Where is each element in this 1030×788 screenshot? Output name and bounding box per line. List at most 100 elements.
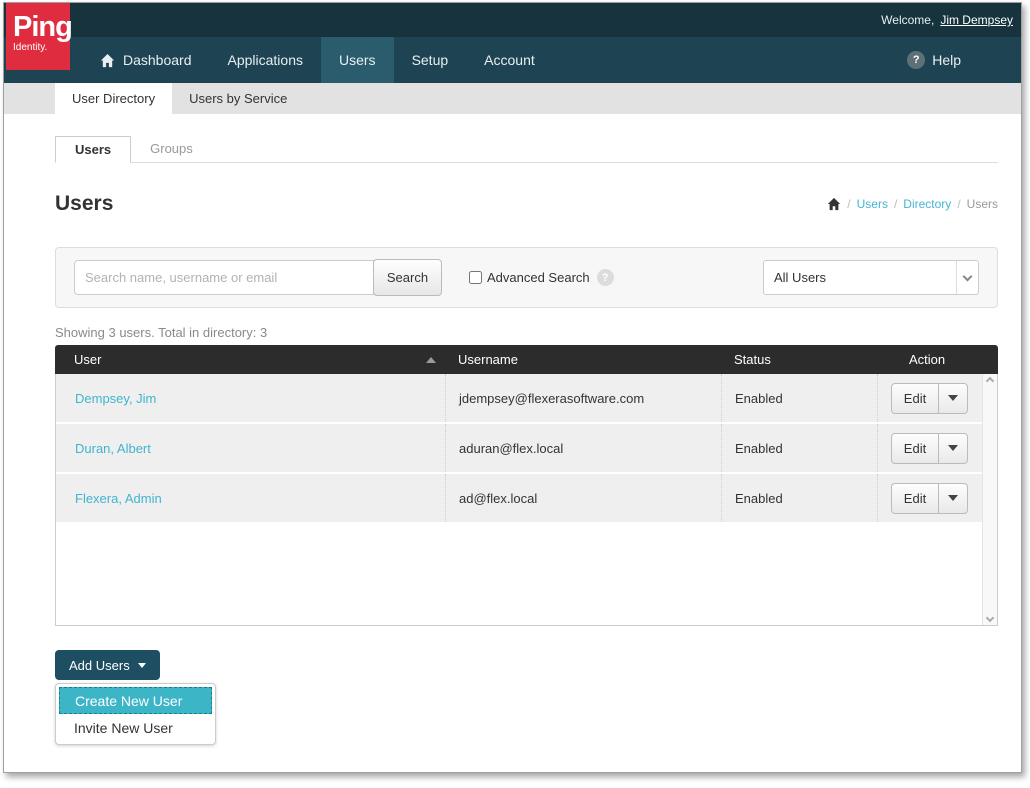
user-link[interactable]: Dempsey, Jim bbox=[75, 391, 156, 406]
nav-item-label: Dashboard bbox=[123, 52, 192, 68]
edit-split-button: Edit bbox=[891, 433, 968, 464]
nav-item-label: Applications bbox=[228, 52, 304, 68]
column-header-action: Action bbox=[877, 352, 998, 367]
user-link[interactable]: Duran, Albert bbox=[75, 441, 151, 456]
subtab-label: Users by Service bbox=[189, 91, 287, 106]
scroll-up-icon[interactable] bbox=[986, 377, 994, 385]
table-body: Dempsey, Jim jdempsey@flexerasoftware.co… bbox=[55, 374, 998, 626]
username-cell: jdempsey@flexerasoftware.com bbox=[445, 374, 721, 422]
edit-split-button: Edit bbox=[891, 483, 968, 514]
table-row: Flexera, Admin ad@flex.local Enabled Edi… bbox=[56, 474, 982, 524]
caret-down-icon bbox=[948, 395, 958, 401]
table-row: Duran, Albert aduran@flex.local Enabled … bbox=[56, 424, 982, 474]
user-cell: Flexera, Admin bbox=[56, 474, 445, 522]
advanced-search-help-icon[interactable]: ? bbox=[597, 269, 614, 286]
nav-item-label: Account bbox=[484, 52, 535, 68]
username-cell: aduran@flex.local bbox=[445, 424, 721, 472]
tab-users[interactable]: Users bbox=[55, 136, 131, 163]
top-bar: Welcome, Jim Dempsey bbox=[4, 3, 1021, 37]
home-icon bbox=[100, 53, 115, 68]
add-users-label: Add Users bbox=[69, 658, 130, 673]
menu-item-invite-new-user[interactable]: Invite New User bbox=[59, 714, 212, 741]
edit-button[interactable]: Edit bbox=[892, 484, 938, 513]
sub-nav: User Directory Users by Service bbox=[4, 83, 1021, 114]
chevron-down-icon bbox=[963, 271, 973, 281]
nav-item-setup[interactable]: Setup bbox=[394, 37, 467, 83]
nav-item-users[interactable]: Users bbox=[321, 37, 394, 83]
breadcrumb-separator: / bbox=[847, 197, 850, 211]
edit-dropdown-toggle[interactable] bbox=[938, 434, 967, 463]
user-profile-link[interactable]: Jim Dempsey bbox=[940, 13, 1013, 27]
user-cell: Duran, Albert bbox=[56, 424, 445, 472]
advanced-search-label: Advanced Search bbox=[487, 270, 590, 285]
column-header-status[interactable]: Status bbox=[721, 352, 877, 367]
caret-down-icon bbox=[948, 495, 958, 501]
sort-ascending-icon bbox=[426, 357, 436, 363]
menu-item-create-new-user[interactable]: Create New User bbox=[59, 687, 212, 714]
action-cell: Edit bbox=[877, 374, 982, 422]
nav-item-label: Setup bbox=[412, 52, 449, 68]
username-cell: ad@flex.local bbox=[445, 474, 721, 522]
nav-item-applications[interactable]: Applications bbox=[210, 37, 322, 83]
welcome-label: Welcome, bbox=[881, 13, 934, 27]
edit-split-button: Edit bbox=[891, 383, 968, 414]
breadcrumb-separator: / bbox=[957, 197, 960, 211]
logo-text: Ping bbox=[13, 13, 70, 42]
user-cell: Dempsey, Jim bbox=[56, 374, 445, 422]
breadcrumb: / Users / Directory / Users bbox=[827, 197, 998, 211]
welcome-text: Welcome, Jim Dempsey bbox=[881, 13, 1013, 27]
help-icon[interactable]: ? bbox=[907, 51, 925, 69]
search-input[interactable] bbox=[74, 260, 374, 295]
main-nav: Ping Identity. Dashboard Applications Us… bbox=[4, 37, 1021, 83]
users-table: User Username Status Action Dempsey, Jim… bbox=[55, 345, 998, 626]
add-users-menu: Create New User Invite New User bbox=[55, 683, 216, 745]
column-header-username[interactable]: Username bbox=[445, 352, 721, 367]
edit-button[interactable]: Edit bbox=[892, 384, 938, 413]
nav-help[interactable]: ? Help bbox=[907, 37, 1021, 83]
tab-groups[interactable]: Groups bbox=[131, 136, 212, 163]
add-users-button[interactable]: Add Users bbox=[55, 650, 160, 680]
caret-down-icon bbox=[948, 445, 958, 451]
search-button[interactable]: Search bbox=[373, 259, 442, 296]
table-row: Dempsey, Jim jdempsey@flexerasoftware.co… bbox=[56, 374, 982, 424]
page-content: Users Groups Users / Users / Directory /… bbox=[4, 136, 1021, 773]
table-header: User Username Status Action bbox=[55, 345, 998, 374]
subtab-user-directory[interactable]: User Directory bbox=[55, 83, 172, 114]
breadcrumb-separator: / bbox=[894, 197, 897, 211]
edit-dropdown-toggle[interactable] bbox=[938, 384, 967, 413]
caret-down-icon bbox=[138, 663, 146, 668]
page-title: Users bbox=[55, 192, 113, 216]
nav-item-account[interactable]: Account bbox=[466, 37, 553, 83]
add-users-section: Add Users Create New User Invite New Use… bbox=[55, 650, 998, 773]
edit-dropdown-toggle[interactable] bbox=[938, 484, 967, 513]
user-link[interactable]: Flexera, Admin bbox=[75, 491, 162, 506]
nav-item-dashboard[interactable]: Dashboard bbox=[82, 37, 210, 83]
app-window: Welcome, Jim Dempsey Ping Identity. Dashb… bbox=[3, 2, 1022, 773]
nav-item-label: Users bbox=[339, 52, 376, 68]
select-arrow bbox=[956, 261, 978, 294]
breadcrumb-home-icon[interactable] bbox=[827, 197, 841, 211]
page-header: Users / Users / Directory / Users bbox=[55, 192, 998, 216]
subtab-users-by-service[interactable]: Users by Service bbox=[172, 83, 304, 114]
action-cell: Edit bbox=[877, 474, 982, 522]
breadcrumb-link-directory[interactable]: Directory bbox=[903, 197, 951, 211]
breadcrumb-link-users[interactable]: Users bbox=[857, 197, 888, 211]
action-cell: Edit bbox=[877, 424, 982, 472]
status-cell: Enabled bbox=[721, 474, 877, 522]
breadcrumb-current: Users bbox=[967, 197, 998, 211]
advanced-search: Advanced Search ? bbox=[469, 269, 614, 286]
table-scrollbar[interactable] bbox=[982, 374, 997, 625]
search-panel: Search Advanced Search ? All Users bbox=[55, 247, 998, 308]
column-label: User bbox=[74, 352, 101, 367]
results-summary: Showing 3 users. Total in directory: 3 bbox=[55, 325, 998, 340]
help-label: Help bbox=[932, 52, 961, 68]
column-header-user[interactable]: User bbox=[55, 352, 445, 367]
directory-tabs: Users Groups bbox=[55, 136, 998, 163]
user-filter-select[interactable]: All Users bbox=[763, 260, 979, 295]
advanced-search-checkbox[interactable] bbox=[469, 271, 482, 284]
logo-subtext: Identity. bbox=[13, 43, 70, 53]
scroll-down-icon[interactable] bbox=[986, 614, 994, 622]
edit-button[interactable]: Edit bbox=[892, 434, 938, 463]
ping-identity-logo[interactable]: Ping Identity. bbox=[6, 3, 70, 70]
user-filter-value: All Users bbox=[764, 270, 826, 285]
